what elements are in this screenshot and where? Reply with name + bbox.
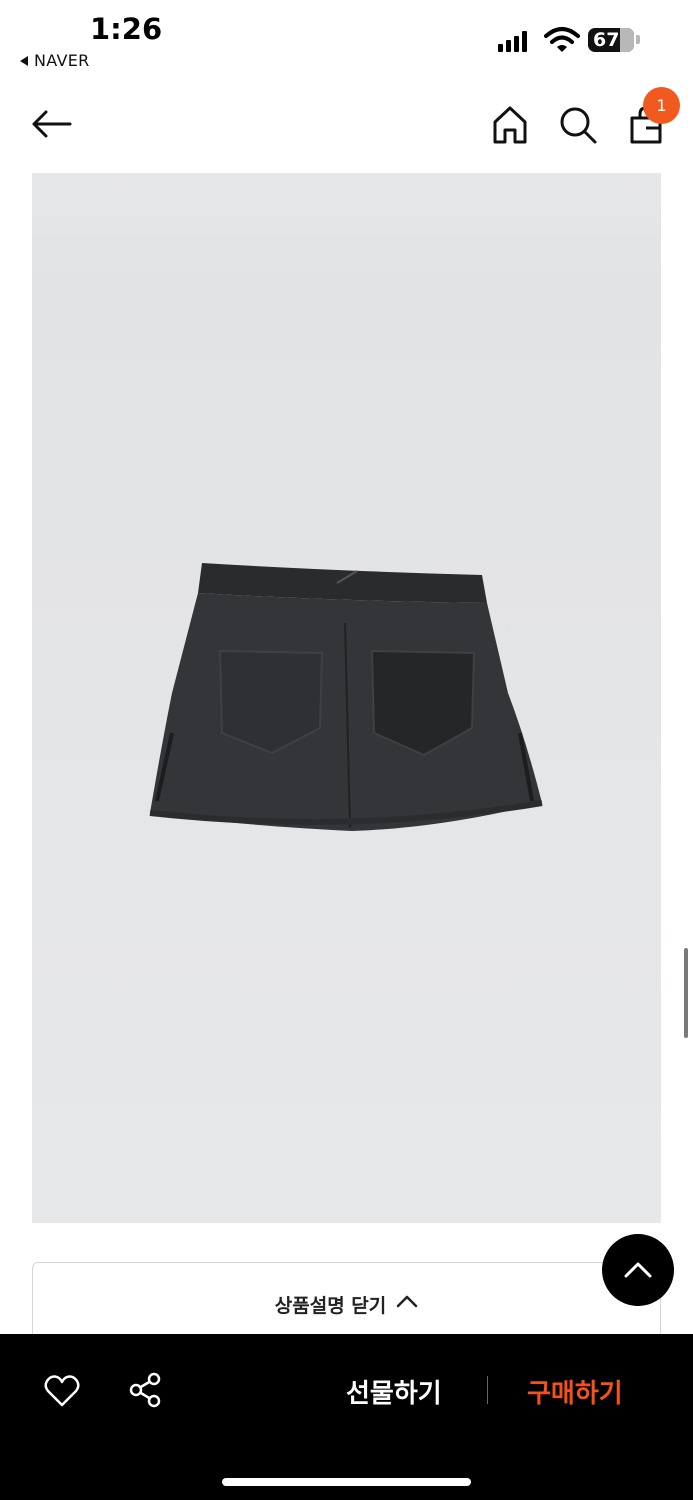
button-divider (487, 1376, 488, 1404)
heart-icon[interactable] (44, 1374, 80, 1408)
chevron-up-icon (397, 1295, 418, 1308)
buy-button[interactable]: 구매하기 (527, 1373, 623, 1410)
search-icon[interactable] (557, 104, 599, 146)
scroll-to-top-button[interactable] (602, 1234, 674, 1306)
scrollbar[interactable] (684, 948, 688, 1038)
wifi-icon (544, 27, 580, 52)
gift-button[interactable]: 선물하기 (346, 1373, 442, 1410)
back-triangle-icon (20, 55, 28, 66)
battery-icon: 67 (588, 28, 634, 52)
product-image (32, 173, 661, 1223)
bottom-action-bar (0, 1334, 693, 1500)
share-icon[interactable] (128, 1372, 162, 1408)
home-icon[interactable] (490, 104, 530, 146)
back-app-label: NAVER (34, 51, 90, 70)
battery-cap (636, 35, 640, 44)
battery-level: 67 (593, 29, 620, 51)
signal-icon (498, 30, 527, 52)
back-to-app[interactable]: NAVER (20, 51, 90, 70)
cart-count-badge: 1 (643, 87, 680, 124)
back-arrow-icon[interactable] (30, 104, 74, 144)
denim-skirt-image (149, 563, 543, 831)
chevron-up-icon (624, 1262, 652, 1278)
status-time: 1:26 (90, 12, 163, 46)
home-indicator (222, 1478, 471, 1486)
